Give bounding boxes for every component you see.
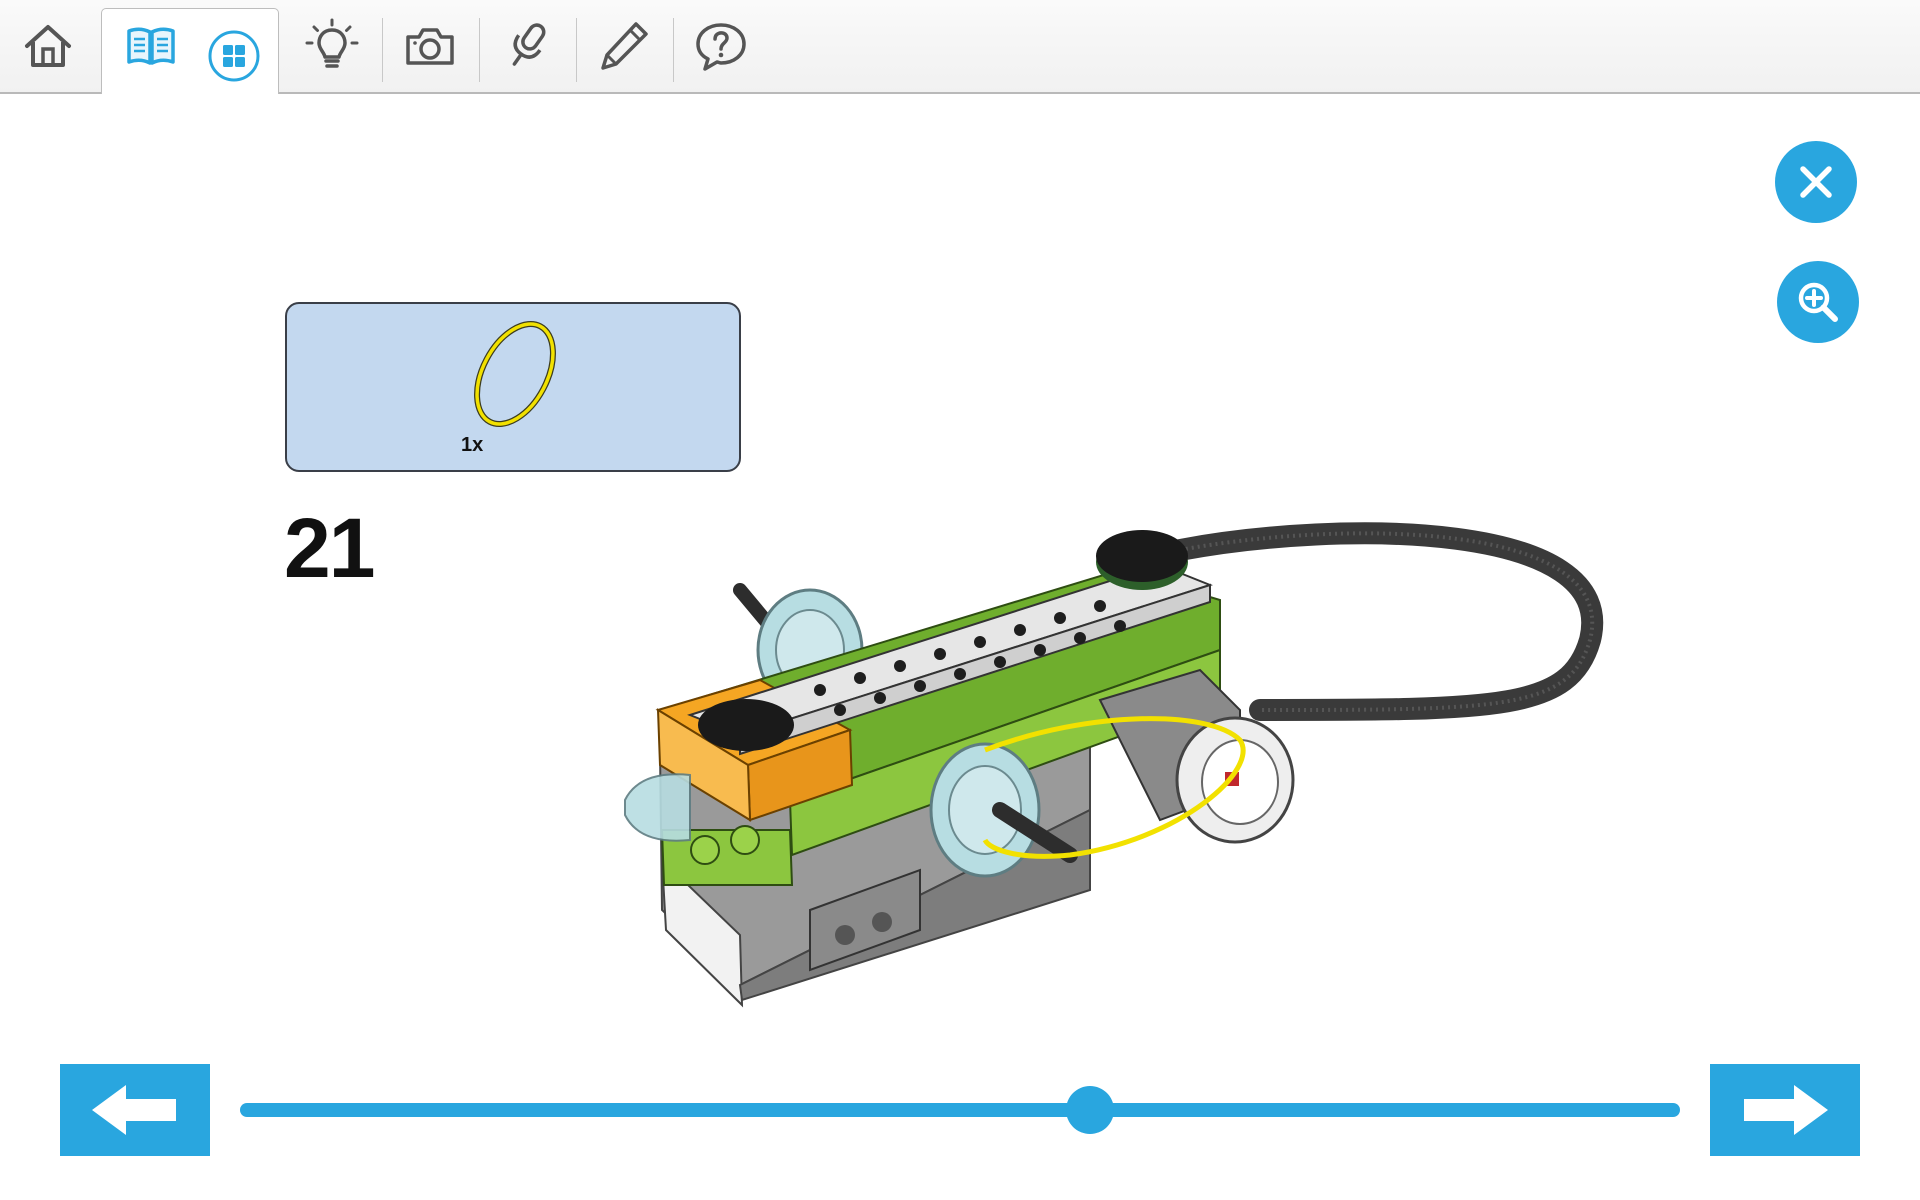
microphone-icon <box>512 23 546 66</box>
home-button[interactable] <box>0 0 96 92</box>
arrow-left-icon <box>92 1085 176 1135</box>
model-illustration <box>624 522 1604 1008</box>
top-toolbar <box>0 0 1920 94</box>
next-step-button[interactable] <box>1710 1064 1860 1156</box>
arrow-right-icon <box>1744 1085 1828 1135</box>
ideas-button[interactable] <box>284 0 380 92</box>
zoom-in-icon <box>1798 282 1838 322</box>
book-icon <box>127 27 175 65</box>
step-progress-slider[interactable] <box>240 1086 1680 1134</box>
grid-icon <box>208 30 260 82</box>
home-icon <box>25 25 71 67</box>
previous-step-button[interactable] <box>60 1064 210 1156</box>
help-bubble-icon <box>696 23 746 71</box>
slider-thumb[interactable] <box>1065 1086 1114 1134</box>
help-button[interactable] <box>673 0 769 92</box>
draw-button[interactable] <box>576 0 672 92</box>
overview-button[interactable] <box>186 10 282 102</box>
parts-callout: 1x <box>285 302 741 472</box>
rubber-band-part <box>474 321 556 427</box>
camera-icon <box>406 28 454 65</box>
close-button[interactable] <box>1775 141 1857 223</box>
part-quantity: 1x <box>461 434 484 456</box>
record-button[interactable] <box>479 0 575 92</box>
close-icon <box>1800 166 1832 198</box>
pencil-icon <box>601 22 648 70</box>
lightbulb-icon <box>305 18 359 68</box>
book-button[interactable] <box>103 0 199 92</box>
camera-button[interactable] <box>382 0 478 92</box>
step-number: 21 <box>284 501 375 595</box>
zoom-button[interactable] <box>1777 261 1859 343</box>
